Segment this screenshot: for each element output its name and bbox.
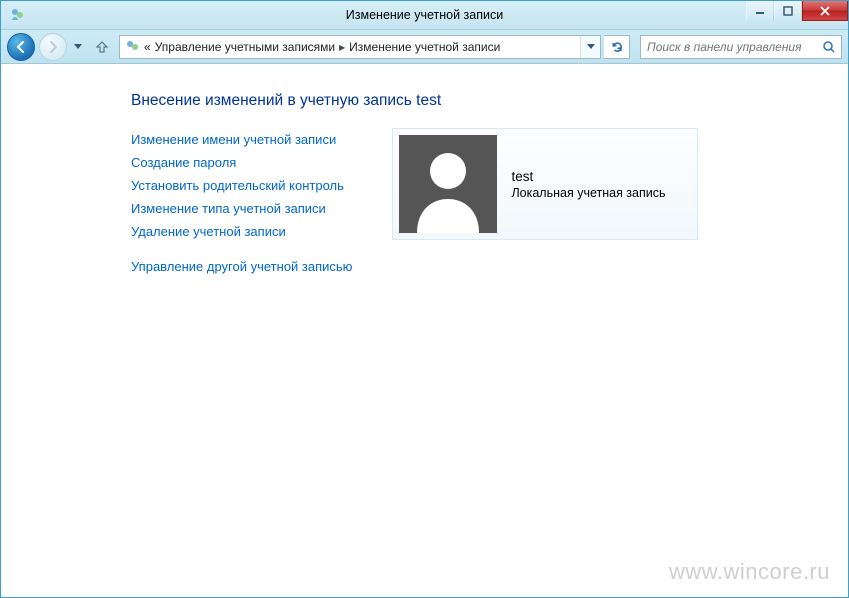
user-accounts-icon	[124, 39, 140, 55]
breadcrumb-parent[interactable]: Управление учетными записями	[155, 40, 335, 54]
link-parental-controls[interactable]: Установить родительский контроль	[131, 174, 352, 197]
search-box[interactable]	[640, 35, 842, 59]
breadcrumb-current[interactable]: Изменение учетной записи	[349, 40, 500, 54]
link-create-password[interactable]: Создание пароля	[131, 151, 352, 174]
link-manage-other[interactable]: Управление другой учетной записью	[131, 255, 352, 278]
action-links: Изменение имени учетной записи Создание …	[131, 128, 352, 278]
address-dropdown[interactable]	[580, 36, 600, 58]
close-button[interactable]	[802, 1, 848, 21]
window-title: Изменение учетной записи	[1, 8, 848, 22]
recent-dropdown[interactable]	[71, 36, 85, 58]
title-bar: Изменение учетной записи	[1, 1, 848, 30]
watermark: www.wincore.ru	[669, 559, 830, 585]
navigation-bar: « Управление учетными записями ▸ Изменен…	[1, 30, 848, 64]
back-button[interactable]	[7, 33, 35, 61]
link-change-name[interactable]: Изменение имени учетной записи	[131, 128, 352, 151]
app-icon	[9, 7, 25, 23]
breadcrumb-overflow[interactable]: «	[144, 40, 151, 54]
page-heading: Внесение изменений в учетную запись test	[131, 92, 848, 110]
search-input[interactable]	[641, 40, 817, 54]
link-delete-account[interactable]: Удаление учетной записи	[131, 220, 352, 243]
user-name: test	[511, 169, 665, 184]
user-type: Локальная учетная запись	[511, 186, 665, 200]
up-button[interactable]	[91, 36, 113, 58]
forward-button[interactable]	[39, 33, 67, 61]
chevron-right-icon: ▸	[339, 40, 345, 54]
refresh-button[interactable]	[604, 35, 630, 59]
link-change-type[interactable]: Изменение типа учетной записи	[131, 197, 352, 220]
avatar	[399, 135, 497, 233]
user-card: test Локальная учетная запись	[392, 128, 698, 240]
address-bar[interactable]: « Управление учетными записями ▸ Изменен…	[119, 35, 601, 59]
content-area: Внесение изменений в учетную запись test…	[1, 64, 848, 597]
window-buttons	[746, 1, 848, 21]
user-info: test Локальная учетная запись	[511, 169, 665, 200]
minimize-button[interactable]	[746, 1, 774, 21]
search-icon[interactable]	[817, 40, 841, 54]
maximize-button[interactable]	[774, 1, 802, 21]
